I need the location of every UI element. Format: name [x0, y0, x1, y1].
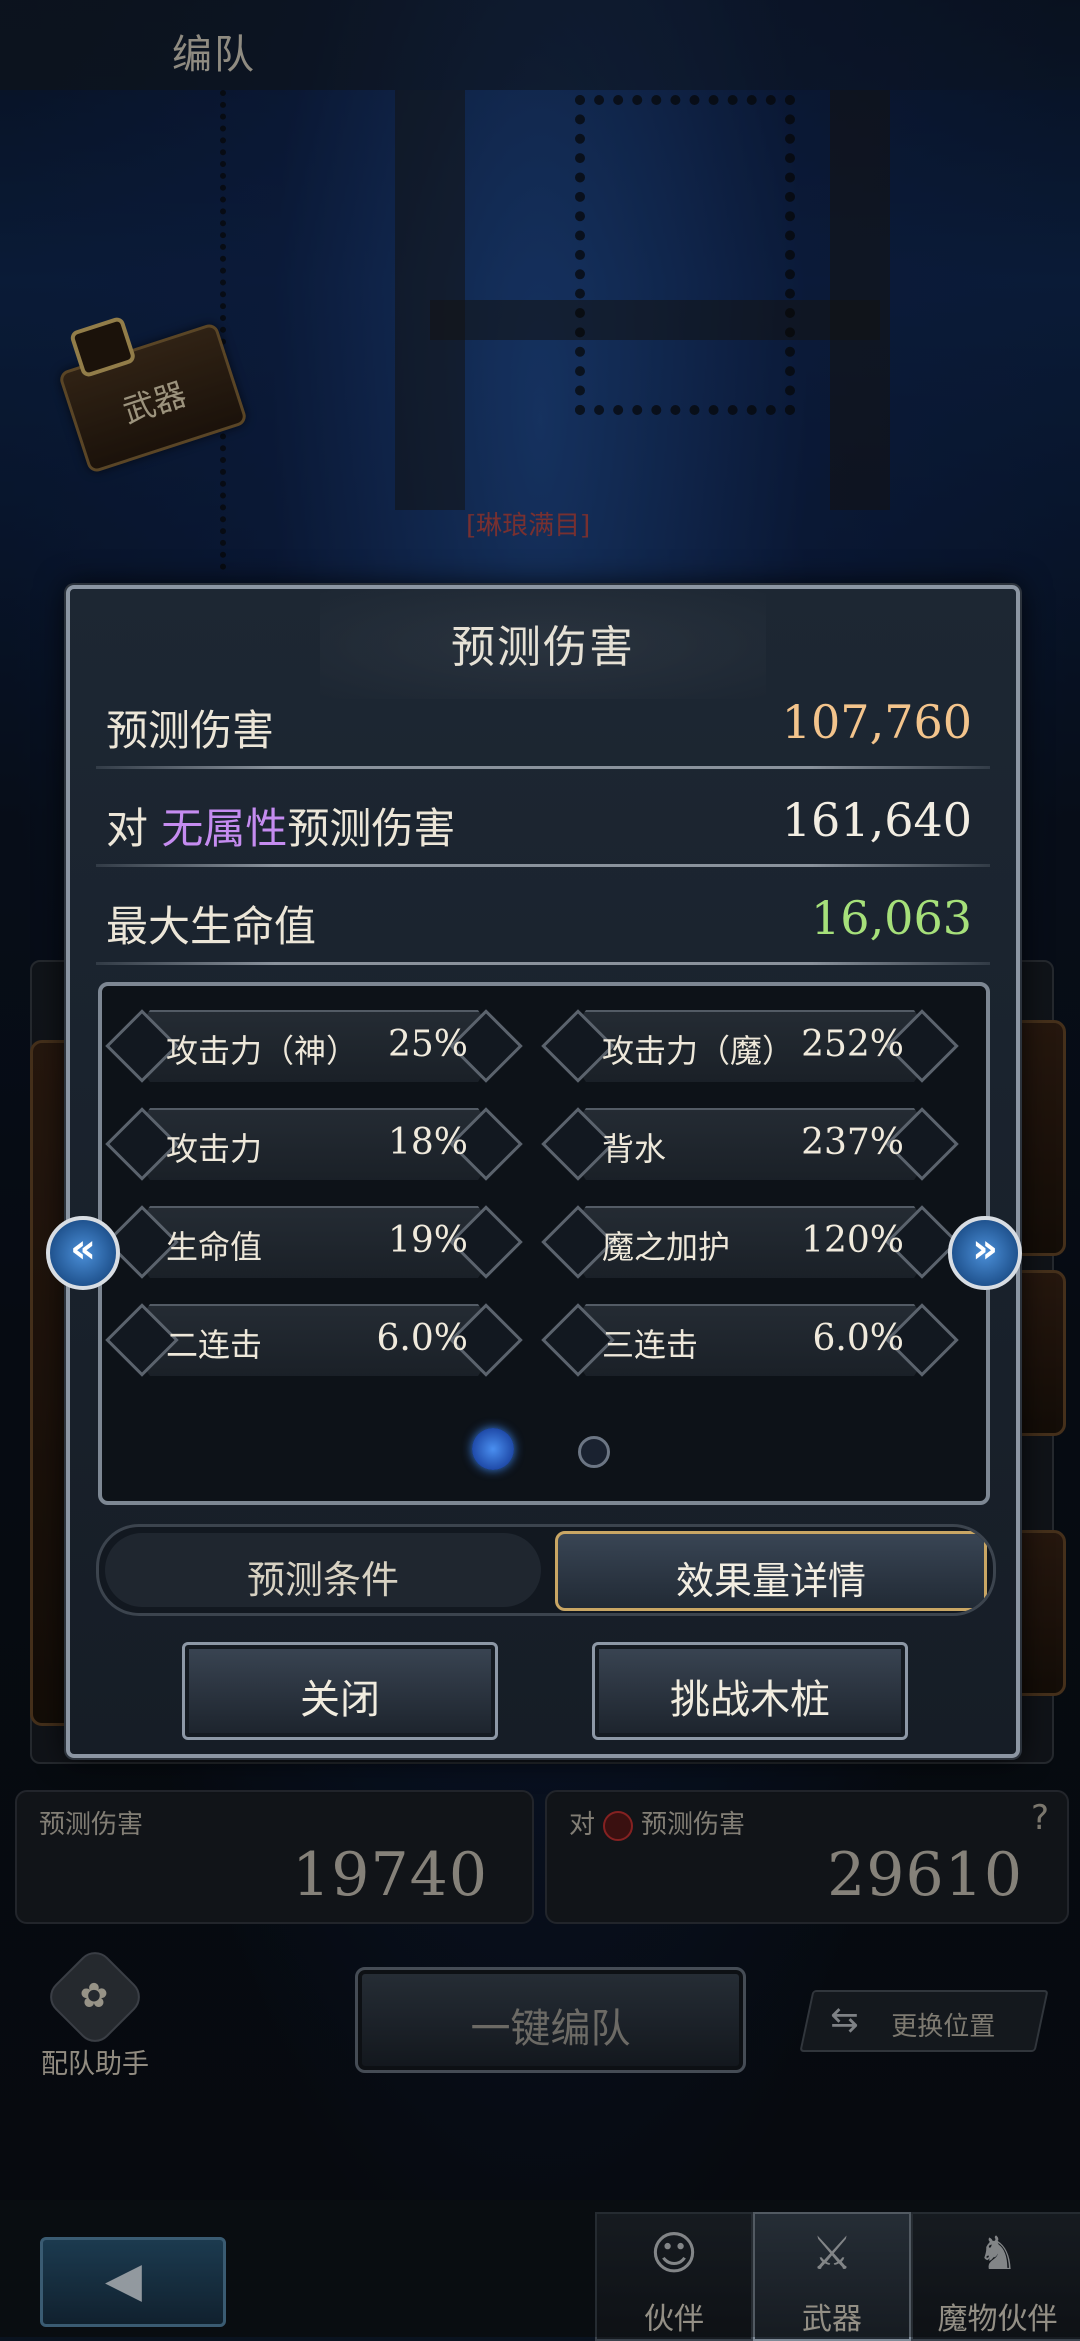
stat-item: 三连击 6.0%	[541, 1300, 959, 1380]
row-divider	[96, 766, 990, 769]
stat-value: 6.0%	[812, 1318, 904, 1359]
dialog-title: 预测伤害	[451, 622, 635, 673]
detail-tabs: 预测条件 效果量详情	[96, 1524, 996, 1616]
element-name: 无属性	[161, 804, 288, 853]
stat-name: 攻击力	[166, 1130, 263, 1168]
page-dot-active[interactable]	[472, 1428, 514, 1470]
row-value: 16,063	[811, 891, 972, 945]
stat-name: 攻击力（魔）	[602, 1032, 795, 1070]
challenge-dummy-button[interactable]: 挑战木桩	[592, 1642, 908, 1740]
row-value: 161,640	[781, 793, 972, 847]
stat-value: 237%	[801, 1122, 904, 1163]
element-damage-row: 对 无属性预测伤害 161,640	[96, 777, 990, 867]
row-label-prefix: 对	[106, 804, 149, 853]
stat-name: 三连击	[602, 1326, 699, 1364]
page-dot[interactable]	[578, 1436, 610, 1468]
double-chevron-left-icon[interactable]: «	[46, 1216, 120, 1290]
tab-label: 效果量详情	[675, 1559, 866, 1603]
max-hp-row: 最大生命值 16,063	[96, 875, 990, 965]
stat-item: 背水 237%	[541, 1104, 959, 1184]
row-divider	[96, 962, 990, 965]
stat-value: 120%	[801, 1220, 904, 1261]
row-label: 预测伤害	[106, 706, 275, 755]
stat-value: 25%	[387, 1024, 468, 1065]
row-label: 最大生命值	[106, 902, 317, 951]
double-chevron-right-icon[interactable]: »	[948, 1216, 1022, 1290]
stat-item: 攻击力（魔） 252%	[541, 1006, 959, 1086]
row-divider	[96, 864, 990, 867]
stat-name: 攻击力（神）	[166, 1032, 359, 1070]
close-button-label: 关闭	[300, 1677, 380, 1723]
row-label-suffix: 预测伤害	[287, 804, 456, 853]
stat-item: 二连击 6.0%	[105, 1300, 523, 1380]
row-value: 107,760	[781, 695, 972, 749]
close-button[interactable]: 关闭	[182, 1642, 498, 1740]
stat-item: 攻击力 18%	[105, 1104, 523, 1184]
tab-prediction-conditions[interactable]: 预测条件	[105, 1533, 541, 1607]
stat-item: 魔之加护 120%	[541, 1202, 959, 1282]
stat-value: 6.0%	[376, 1318, 468, 1359]
row-label-group: 对 无属性预测伤害	[106, 795, 455, 856]
stats-panel: 攻击力（神） 25% 攻击力（魔） 252% 攻击力 18% 背水 237% 生…	[98, 982, 990, 1505]
predicted-damage-row: 预测伤害 107,760	[96, 679, 990, 769]
stat-item: 生命值 19%	[105, 1202, 523, 1282]
stat-value: 19%	[387, 1220, 468, 1261]
stat-name: 魔之加护	[602, 1228, 731, 1266]
tab-effect-details[interactable]: 效果量详情	[555, 1531, 987, 1611]
stat-value: 18%	[387, 1122, 468, 1163]
stat-name: 二连击	[166, 1326, 263, 1364]
predicted-damage-dialog: 预测伤害 预测伤害 107,760 对 无属性预测伤害 161,640 最大生命…	[46, 585, 1022, 1758]
challenge-button-label: 挑战木桩	[670, 1677, 830, 1723]
tab-label: 预测条件	[246, 1558, 399, 1602]
stat-name: 生命值	[166, 1228, 263, 1266]
stat-name: 背水	[602, 1130, 667, 1168]
stat-item: 攻击力（神） 25%	[105, 1006, 523, 1086]
stat-value: 252%	[801, 1024, 904, 1065]
